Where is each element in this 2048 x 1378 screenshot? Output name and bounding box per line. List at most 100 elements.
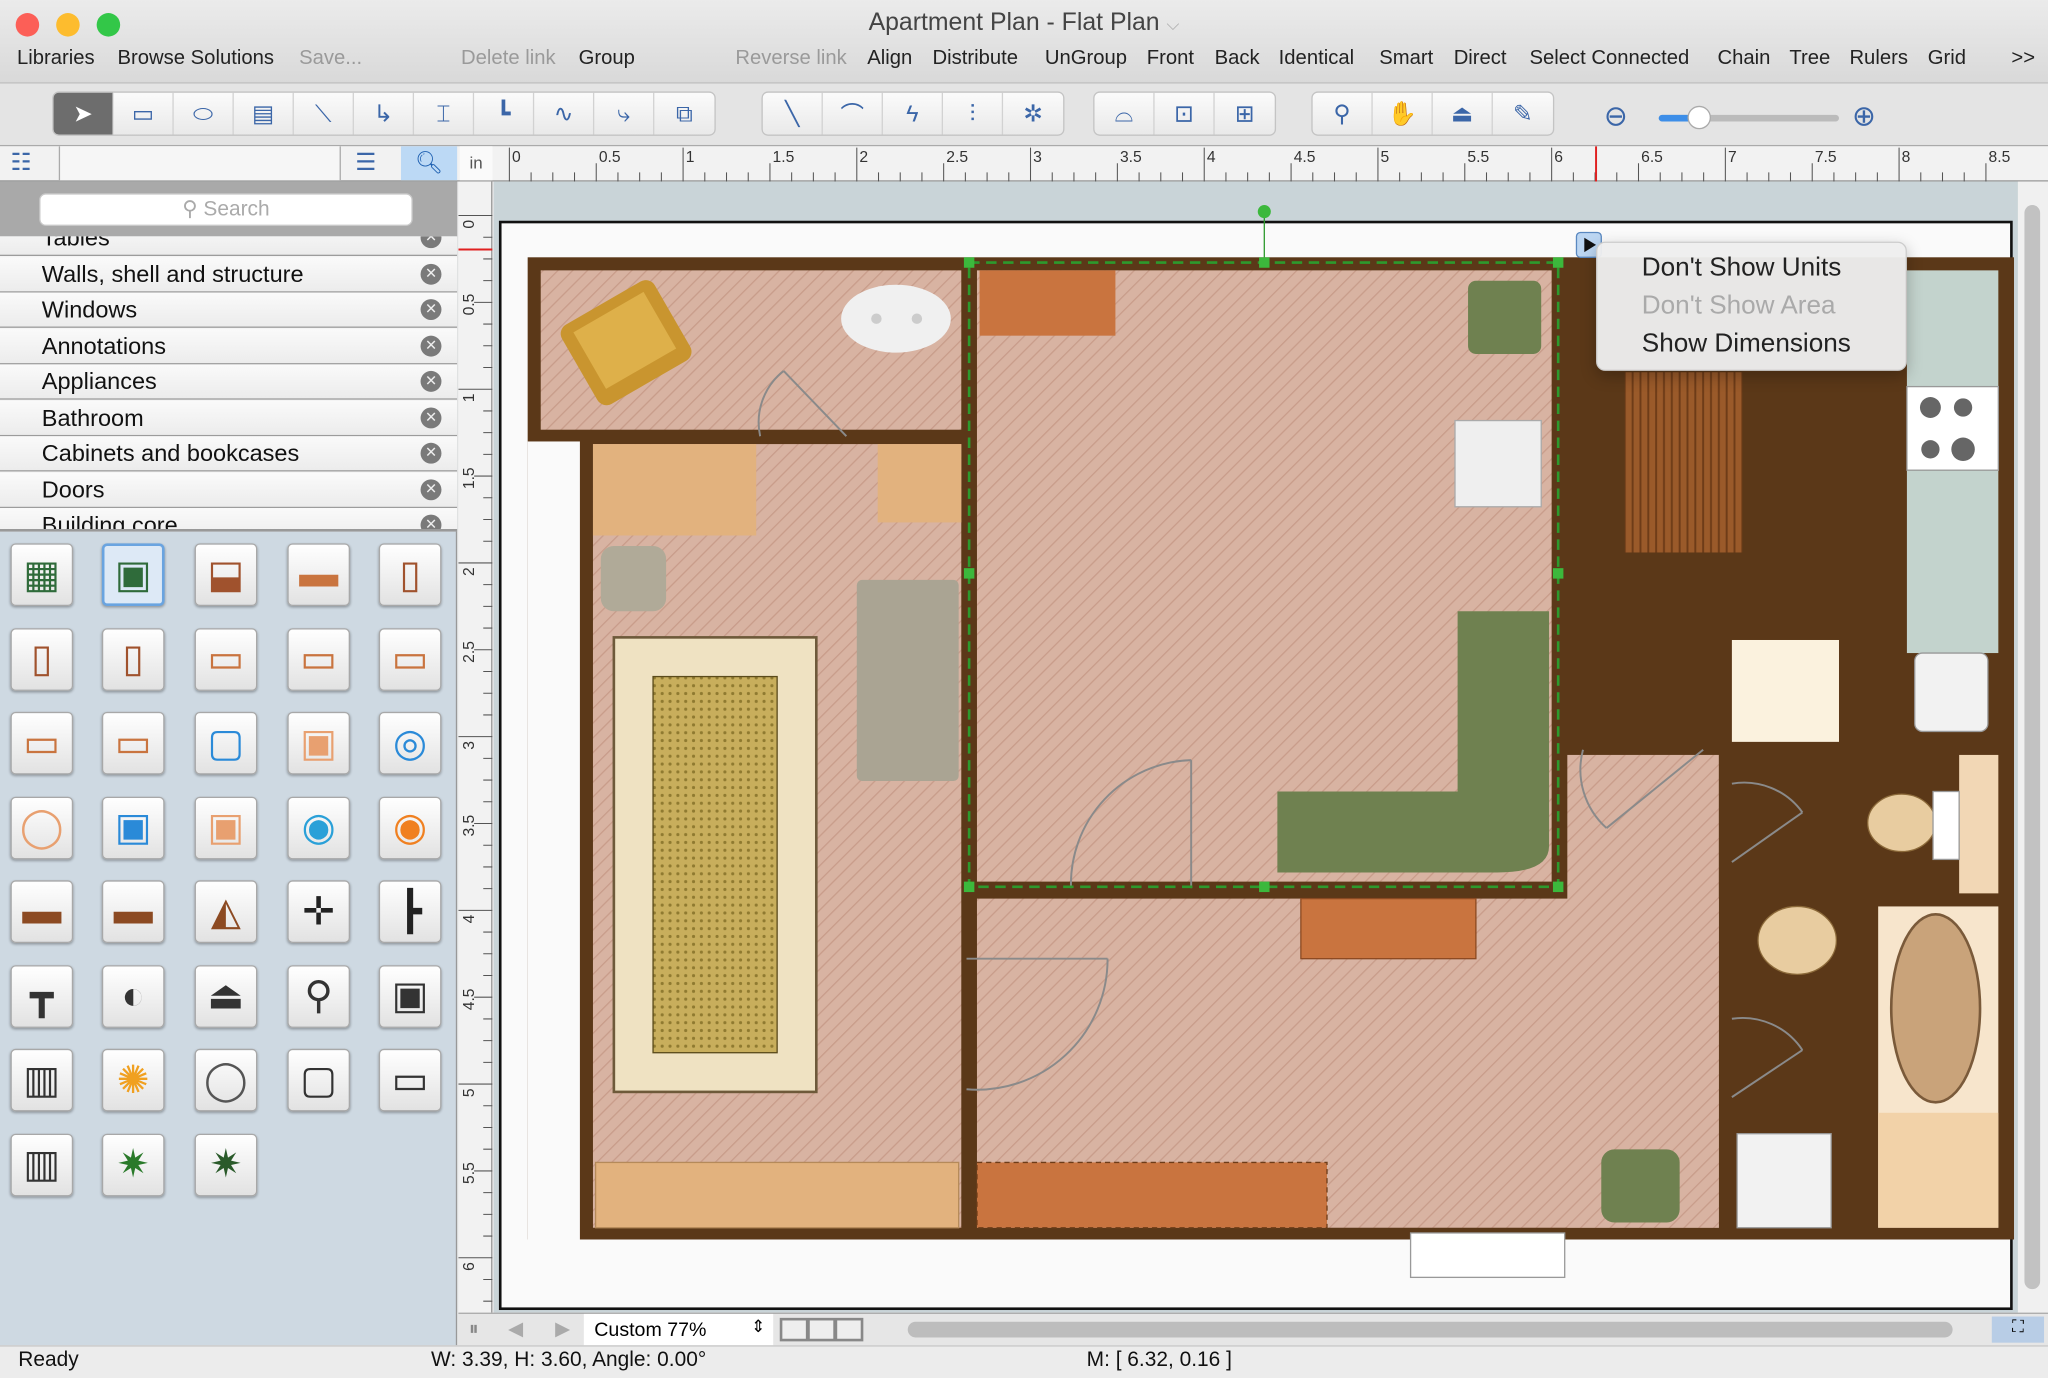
menu-identical[interactable]: Identical	[1279, 47, 1354, 71]
library-shape-tile[interactable]: ▥	[10, 1048, 74, 1112]
library-list[interactable]: Tables ✕ Walls, shell and structure ✕ Window…	[0, 236, 458, 532]
resize-handle[interactable]	[1552, 881, 1564, 893]
resize-handle[interactable]	[963, 881, 975, 893]
arc-tool[interactable]: ⌒	[823, 92, 883, 135]
library-shape-tile[interactable]: ▣	[101, 543, 165, 607]
library-shape-tile[interactable]: ✺	[101, 1048, 165, 1112]
list-view-icon[interactable]: ☰	[355, 149, 376, 176]
library-item[interactable]: Bathroom ✕	[0, 400, 458, 436]
library-shape-tile[interactable]: ┣	[378, 880, 442, 944]
library-shape-tile[interactable]: ◐	[101, 964, 165, 1028]
library-shape-tile[interactable]: ▭	[10, 711, 74, 775]
menu-ungroup[interactable]: UnGroup	[1045, 47, 1127, 71]
window-title[interactable]: Apartment Plan - Flat Plan ⌵	[0, 9, 2048, 38]
menu-direct[interactable]: Direct	[1454, 47, 1507, 71]
library-shape-tile[interactable]: ◉	[287, 796, 351, 859]
library-shape-tile[interactable]: ▢	[287, 1048, 351, 1112]
library-shape-tile[interactable]: ✷	[194, 1133, 258, 1196]
zoom-tool[interactable]: ⚲	[1313, 92, 1373, 135]
line-tool[interactable]: ╲	[763, 92, 823, 135]
resize-handle[interactable]	[1552, 257, 1564, 268]
menu-back[interactable]: Back	[1215, 47, 1260, 71]
library-shape-tile[interactable]: ◯	[194, 1048, 258, 1112]
library-shape-tile[interactable]: ▭	[378, 1048, 442, 1112]
menu-align[interactable]: Align	[867, 47, 912, 71]
library-shape-tile[interactable]: ▬	[101, 880, 165, 944]
rectangle-tool[interactable]: ▭	[114, 92, 174, 135]
stamp-tool[interactable]: ⏏	[1433, 92, 1493, 135]
library-shape-tile[interactable]: ▬	[287, 543, 351, 607]
vertical-scrollbar[interactable]	[2017, 181, 2048, 1313]
resize-handle[interactable]	[1552, 568, 1564, 579]
zoom-out-icon[interactable]: ⊖	[1604, 99, 1628, 133]
library-shape-tile[interactable]: ✛	[287, 880, 351, 944]
menu-libraries[interactable]: Libraries	[17, 47, 95, 71]
library-shape-tile[interactable]: ▭	[101, 711, 165, 775]
library-item[interactable]: Building core ✕	[0, 508, 458, 529]
zoom-select[interactable]: Custom 77% ⇕	[583, 1313, 774, 1346]
menu-item-show-dimensions[interactable]: Show Dimensions	[1642, 329, 1851, 359]
library-shape-tile[interactable]: ▯	[10, 627, 74, 691]
library-shape-tile[interactable]: ▭	[378, 627, 442, 691]
polyline-tool[interactable]: ✲	[1003, 93, 1063, 135]
library-item[interactable]: Annotations ✕	[0, 328, 458, 364]
menu-grid[interactable]: Grid	[1928, 47, 1966, 71]
remove-library-icon[interactable]: ✕	[420, 442, 442, 464]
menu-smart[interactable]: Smart	[1379, 47, 1433, 71]
library-shape-tile[interactable]: ▦	[10, 543, 74, 607]
zoom-slider[interactable]	[1658, 105, 1839, 130]
remove-library-icon[interactable]: ✕	[420, 299, 442, 320]
library-shape-tile[interactable]: ◯	[10, 796, 74, 859]
library-shape-tile[interactable]: ⏏	[194, 964, 258, 1028]
remove-library-icon[interactable]: ✕	[420, 478, 442, 500]
library-shape-tile[interactable]: ⬓	[194, 543, 258, 607]
library-shape-tile[interactable]: ◉	[378, 796, 442, 859]
library-shape-tile[interactable]: ▭	[287, 627, 351, 691]
library-shape-tile[interactable]: ┳	[10, 964, 74, 1028]
vertical-scroll-thumb[interactable]	[2024, 205, 2041, 1290]
library-search-input[interactable]: ⚲ Search	[39, 193, 413, 226]
library-shape-tile[interactable]: ⚲	[287, 964, 351, 1028]
group-edit-tool[interactable]: ⊞	[1215, 93, 1275, 135]
library-shape-tile[interactable]: ▣	[287, 711, 351, 775]
connector-direct-tool[interactable]: ⟍	[294, 92, 354, 135]
remove-library-icon[interactable]: ✕	[420, 335, 442, 356]
menu-group[interactable]: Group	[579, 47, 635, 71]
hand-tool[interactable]: ✋	[1373, 92, 1433, 135]
resize-handle[interactable]	[1259, 257, 1270, 268]
library-item[interactable]: Appliances ✕	[0, 364, 458, 400]
library-item[interactable]: Windows ✕	[0, 292, 458, 328]
connector-orthogonal-tool[interactable]: ┗	[474, 92, 535, 135]
pointer-tool[interactable]: ➤	[53, 92, 114, 135]
tree-view-icon[interactable]: ☷	[10, 149, 31, 176]
remove-library-icon[interactable]: ✕	[420, 406, 442, 428]
library-item[interactable]: Tables ✕	[0, 236, 458, 256]
zoom-in-icon[interactable]: ⊕	[1852, 99, 1876, 133]
ellipse-tool[interactable]: ⬭	[174, 92, 234, 135]
library-shape-tile[interactable]: ▣	[194, 796, 258, 859]
library-shape-tile[interactable]: ▣	[101, 796, 165, 859]
menu-distribute[interactable]: Distribute	[933, 47, 1019, 71]
search-view-icon[interactable]: 🔍︎	[400, 146, 458, 181]
menu-item-dont-show-units[interactable]: Don't Show Units	[1642, 253, 1842, 283]
spline-tool[interactable]: ⫶	[943, 92, 1004, 135]
rotation-handle[interactable]	[1257, 205, 1271, 219]
zoom-slider-thumb[interactable]	[1687, 105, 1711, 130]
library-item[interactable]: Cabinets and bookcases ✕	[0, 436, 458, 472]
menu-front[interactable]: Front	[1147, 47, 1194, 71]
next-page-icon[interactable]: ▶	[555, 1317, 570, 1340]
remove-library-icon[interactable]: ✕	[420, 514, 442, 529]
library-shape-tile[interactable]: ▯	[101, 627, 165, 691]
connector-smart-tool[interactable]: ⌶	[414, 92, 475, 135]
menu-chain[interactable]: Chain	[1718, 47, 1771, 71]
connector-round-tool[interactable]: ⤷	[594, 92, 655, 135]
pause-icon[interactable]: ⏸	[469, 1318, 479, 1340]
library-shape-tile[interactable]: ▣	[378, 964, 442, 1028]
library-shape-tile[interactable]: ▥	[10, 1133, 74, 1196]
connector-curve-tool[interactable]: ∿	[534, 92, 595, 135]
library-item[interactable]: Doors ✕	[0, 472, 458, 508]
horizontal-scroll-thumb[interactable]	[907, 1321, 1953, 1338]
text-box-tool[interactable]: ▤	[234, 92, 294, 135]
fit-page-icon[interactable]: ⛶	[1991, 1316, 2045, 1343]
library-shape-tile[interactable]: ▭	[194, 627, 258, 691]
